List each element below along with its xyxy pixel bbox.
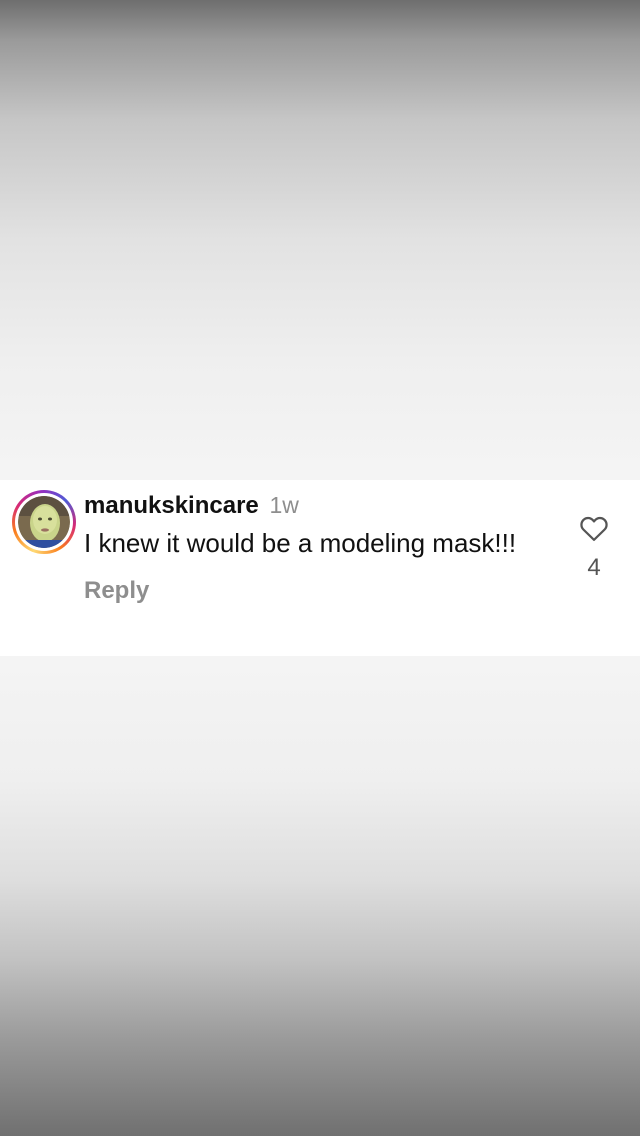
story-ring[interactable] xyxy=(12,490,76,554)
comment-text: I knew it would be a modeling mask!!! xyxy=(84,528,517,558)
reply-button[interactable]: Reply xyxy=(84,577,149,605)
heart-icon[interactable] xyxy=(579,514,609,542)
comment-item: manukskincare 1w I knew it would be a mo… xyxy=(0,480,640,656)
comment-body: manukskincare 1w I knew it would be a mo… xyxy=(84,488,554,605)
comment-timestamp: 1w xyxy=(269,492,299,518)
avatar xyxy=(18,496,70,548)
avatar-frame xyxy=(15,493,73,551)
like-count: 4 xyxy=(587,554,601,581)
comment-username[interactable]: manukskincare xyxy=(84,492,259,519)
comment-header: manukskincare 1w xyxy=(84,488,554,523)
like-area: 4 xyxy=(576,514,612,582)
